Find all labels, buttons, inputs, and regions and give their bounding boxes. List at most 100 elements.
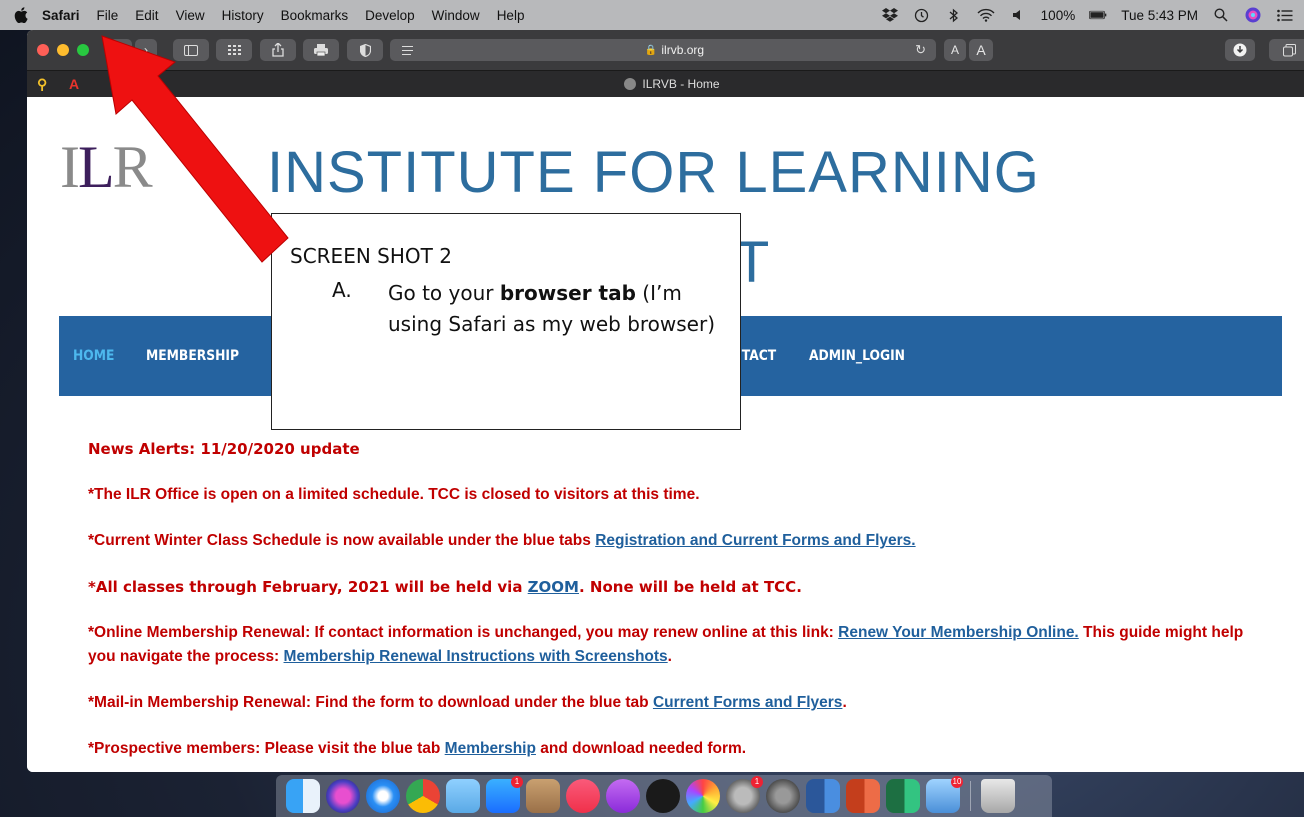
chevron-left-icon: ‹ — [119, 43, 123, 57]
privacy-shield-button[interactable] — [347, 39, 383, 61]
news-item: *Current Winter Class Schedule is now av… — [88, 532, 916, 549]
mail-icon[interactable]: 10 — [926, 776, 963, 813]
apple-logo-icon[interactable] — [14, 7, 28, 23]
siri-icon[interactable] — [326, 779, 360, 813]
tv-icon[interactable] — [646, 779, 680, 813]
trash-icon[interactable] — [981, 779, 1015, 813]
zoom-window-button[interactable] — [77, 44, 89, 56]
tab-bar: ⚲ A ILRVB - Home — [27, 70, 1304, 98]
menu-view[interactable]: View — [176, 8, 205, 23]
news-item: *The ILR Office is open on a limited sch… — [88, 486, 700, 503]
news-item: *Online Membership Renewal: If contact i… — [88, 624, 1244, 665]
text-smaller-button[interactable]: A — [944, 39, 966, 61]
nav-home[interactable]: HOME — [73, 348, 114, 364]
globe-icon — [624, 78, 637, 90]
status-area: 100% Tue 5:43 PM — [881, 0, 1294, 30]
menu-file[interactable]: File — [97, 8, 119, 23]
sidebar-button[interactable] — [173, 39, 209, 61]
registration-forms-link[interactable]: Registration and Current Forms and Flyer… — [595, 532, 915, 549]
dropbox-icon[interactable] — [881, 7, 899, 23]
tabs-icon — [1282, 43, 1296, 56]
annotation-callout: SCREEN SHOT 2 A. Go to your browser tab … — [271, 213, 741, 430]
system-preferences-icon[interactable]: 1 — [726, 776, 763, 813]
excel-icon[interactable] — [886, 779, 920, 813]
print-button[interactable] — [303, 39, 339, 61]
text-larger-label: A — [976, 42, 986, 58]
minimize-window-button[interactable] — [57, 44, 69, 56]
reload-icon[interactable]: ↻ — [915, 42, 926, 58]
nav-membership[interactable]: MEMBERSHIP — [146, 348, 239, 364]
news-item: *Prospective members: Please visit the b… — [88, 740, 747, 757]
address-url: ilrvb.org — [661, 43, 705, 57]
menu-bookmarks[interactable]: Bookmarks — [281, 8, 349, 23]
membership-link[interactable]: Membership — [445, 740, 536, 757]
battery-icon[interactable] — [1089, 7, 1107, 23]
shield-icon — [359, 43, 371, 57]
news-item: *Mail-in Membership Renewal: Find the fo… — [88, 694, 847, 711]
menu-app-safari[interactable]: Safari — [42, 8, 80, 23]
printer-icon — [314, 44, 328, 56]
time-machine-icon[interactable] — [913, 7, 931, 23]
menu-develop[interactable]: Develop — [365, 8, 415, 23]
top-sites-button[interactable] — [216, 39, 252, 61]
tab-title: ILRVB - Home — [642, 77, 720, 91]
battery-percent: 100% — [1040, 7, 1076, 23]
active-tab[interactable]: ILRVB - Home — [27, 77, 1304, 91]
share-icon — [272, 43, 284, 57]
web-page: ILR INSTITUTE FOR LEARNING MENT HOME MEM… — [27, 97, 1304, 772]
address-bar[interactable]: 🔒 ilrvb.org ↻ — [413, 39, 936, 61]
renew-online-link[interactable]: Renew Your Membership Online. — [838, 624, 1079, 641]
downloads-button[interactable] — [1225, 39, 1255, 61]
renewal-instructions-link[interactable]: Membership Renewal Instructions with Scr… — [284, 648, 668, 665]
app-store-icon[interactable]: 1 — [486, 776, 523, 813]
menu-window[interactable]: Window — [432, 8, 480, 23]
callout-text: Go to your browser tab (I’m using Safari… — [388, 281, 716, 336]
podcasts-icon[interactable] — [606, 779, 640, 813]
news-item: *All classes through February, 2021 will… — [88, 578, 802, 596]
back-button[interactable]: ‹ — [110, 39, 132, 61]
software-update-icon[interactable] — [766, 779, 800, 813]
news-alerts: News Alerts: 11/20/2020 update *The ILR … — [88, 437, 1268, 772]
siri-icon[interactable] — [1244, 7, 1262, 23]
text-larger-button[interactable]: A — [969, 39, 993, 61]
callout-title: SCREEN SHOT 2 — [290, 244, 452, 268]
grid-icon — [227, 45, 241, 55]
forward-button[interactable]: › — [135, 39, 157, 61]
zoom-link[interactable]: ZOOM — [528, 578, 579, 596]
word-icon[interactable] — [806, 779, 840, 813]
chrome-icon[interactable] — [406, 779, 440, 813]
safari-toolbar: ‹ › 🔒 ilrvb.org ↻ A A — [27, 30, 1304, 70]
bluetooth-icon[interactable] — [945, 7, 963, 23]
dock-separator — [970, 781, 971, 811]
text-smaller-label: A — [950, 43, 959, 57]
menu-help[interactable]: Help — [497, 8, 525, 23]
finder-icon[interactable] — [286, 779, 320, 813]
news-heading: News Alerts: 11/20/2020 update — [88, 440, 360, 458]
photos-icon[interactable] — [686, 779, 720, 813]
volume-icon[interactable] — [1009, 7, 1027, 23]
download-icon — [1233, 43, 1247, 57]
menu-edit[interactable]: Edit — [135, 8, 158, 23]
callout-marker: A. — [332, 278, 352, 302]
current-forms-link[interactable]: Current Forms and Flyers — [653, 694, 843, 711]
share-button[interactable] — [260, 39, 296, 61]
spotlight-search-icon[interactable] — [1212, 7, 1230, 23]
safari-icon[interactable] — [366, 779, 400, 813]
lock-icon: 🔒 — [644, 44, 658, 56]
macos-menu-bar: Safari File Edit View History Bookmarks … — [0, 0, 1304, 30]
preview-icon[interactable] — [446, 779, 480, 813]
notification-center-icon[interactable] — [1276, 7, 1294, 23]
menu-clock[interactable]: Tue 5:43 PM — [1121, 8, 1198, 23]
contacts-icon[interactable] — [526, 779, 560, 813]
wifi-icon[interactable] — [977, 7, 995, 23]
sidebar-icon — [184, 44, 198, 56]
macos-dock: 1 1 10 — [276, 775, 1052, 817]
chevron-right-icon: › — [144, 43, 148, 57]
close-window-button[interactable] — [37, 44, 49, 56]
ilr-logo[interactable]: ILR — [60, 133, 153, 202]
nav-admin-login[interactable]: ADMIN_LOGIN — [809, 348, 905, 364]
powerpoint-icon[interactable] — [846, 779, 880, 813]
music-icon[interactable] — [566, 779, 600, 813]
tab-overview-button[interactable] — [1269, 39, 1304, 61]
menu-history[interactable]: History — [222, 8, 264, 23]
